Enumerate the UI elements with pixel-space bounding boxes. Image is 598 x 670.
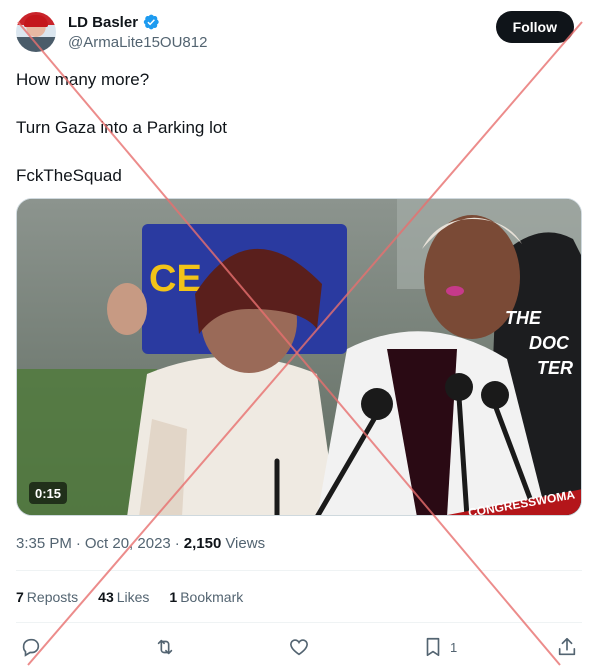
share-icon bbox=[558, 637, 576, 656]
svg-text:TER: TER bbox=[537, 358, 573, 378]
meta-separator: · bbox=[75, 535, 81, 552]
avatar[interactable] bbox=[16, 12, 56, 52]
tweet-time[interactable]: 3:35 PM bbox=[16, 535, 72, 552]
likes-stat[interactable]: 43 Likes bbox=[98, 589, 149, 605]
engagement-stats: 7 Reposts 43 Likes 1 Bookmark bbox=[16, 589, 243, 605]
divider bbox=[16, 570, 582, 571]
divider bbox=[16, 622, 582, 623]
tweet-spacer bbox=[16, 140, 576, 164]
tweet-date[interactable]: Oct 20, 2023 bbox=[85, 535, 171, 552]
reply-button[interactable] bbox=[20, 636, 42, 658]
meta-separator: · bbox=[174, 535, 180, 552]
user-handle[interactable]: @ArmaLite15OU812 bbox=[68, 34, 207, 51]
heart-icon bbox=[290, 639, 308, 656]
tweet-text: How many more? Turn Gaza into a Parking … bbox=[16, 68, 576, 188]
shirt-text: THE bbox=[505, 308, 542, 328]
share-button[interactable] bbox=[556, 636, 578, 658]
bookmark-button[interactable]: 1 bbox=[422, 636, 457, 658]
tweet-line: Turn Gaza into a Parking lot bbox=[16, 118, 228, 137]
video-frame: CE THE DOC TER CONGRESSWOMA bbox=[17, 199, 581, 515]
repost-button[interactable] bbox=[154, 636, 176, 658]
name-row: LD Basler bbox=[68, 13, 160, 31]
tweet-line: How many more? bbox=[16, 70, 150, 89]
views-count: 2,150 bbox=[183, 535, 222, 552]
action-bar: 1 bbox=[16, 632, 582, 662]
reposts-stat[interactable]: 7 Reposts bbox=[16, 589, 78, 605]
tweet-line: FckTheSquad bbox=[16, 166, 122, 185]
sign-text: CE bbox=[149, 258, 202, 300]
tweet-spacer bbox=[16, 92, 576, 116]
video-duration-badge: 0:15 bbox=[29, 482, 68, 504]
verified-icon bbox=[143, 14, 159, 30]
avatar-cap bbox=[24, 15, 48, 27]
bookmark-count: 1 bbox=[450, 639, 458, 655]
svg-text:DOC: DOC bbox=[529, 333, 570, 353]
tweet-header: LD Basler @ArmaLite15OU812 Follow bbox=[16, 10, 582, 54]
video-player[interactable]: CE THE DOC TER CONGRESSWOMA 0:15 bbox=[16, 198, 582, 516]
like-button[interactable] bbox=[288, 636, 310, 658]
follow-button[interactable]: Follow bbox=[495, 11, 574, 43]
repost-icon bbox=[157, 639, 173, 655]
tweet-meta: 3:35 PM · Oct 20, 2023 · 2,150 Views bbox=[16, 535, 265, 552]
bookmarks-stat[interactable]: 1 Bookmark bbox=[169, 589, 243, 605]
display-name[interactable]: LD Basler bbox=[68, 14, 138, 31]
views-label: Views bbox=[225, 535, 266, 552]
reply-icon bbox=[22, 638, 40, 657]
bookmark-icon bbox=[426, 637, 440, 657]
